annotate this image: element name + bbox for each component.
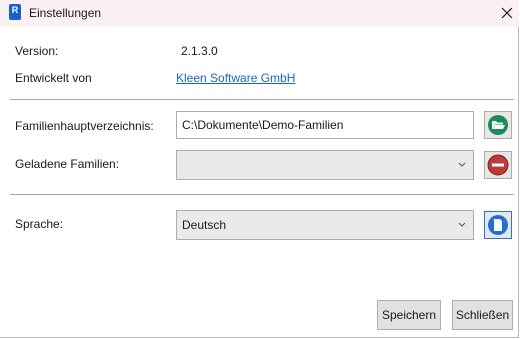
language-file-button[interactable]	[484, 211, 512, 239]
developer-label: Entwickelt von	[15, 71, 92, 85]
developer-link[interactable]: Kleen Software GmbH	[176, 71, 295, 85]
language-value: Deutsch	[182, 218, 227, 232]
title-bar: R Einstellungen	[0, 0, 519, 27]
separator-top	[10, 99, 514, 100]
folder-open-icon	[488, 115, 508, 135]
settings-window: R Einstellungen Version: 2.1.3.0 Entwick…	[0, 0, 519, 338]
revit-app-icon: R	[9, 4, 21, 20]
family-dir-label: Familienhauptverzeichnis:	[15, 119, 154, 133]
chevron-down-icon	[458, 222, 466, 227]
loaded-families-label: Geladene Familien:	[15, 157, 120, 171]
chevron-down-icon	[458, 162, 466, 167]
separator-middle	[10, 194, 514, 195]
version-label: Version:	[15, 44, 59, 58]
family-dir-input[interactable]: C:\Dokumente\Demo-Familien	[176, 111, 474, 139]
loaded-families-dropdown[interactable]	[176, 150, 474, 180]
window-title: Einstellungen	[29, 6, 102, 20]
close-icon	[501, 7, 513, 19]
close-button[interactable]: Schließen	[452, 300, 513, 330]
browse-folder-button[interactable]	[484, 111, 512, 139]
remove-family-button[interactable]	[484, 151, 512, 179]
language-label: Sprache:	[15, 217, 64, 231]
document-icon	[488, 215, 508, 235]
version-value: 2.1.3.0	[181, 44, 218, 58]
save-button[interactable]: Speichern	[377, 300, 441, 330]
close-window-button[interactable]	[497, 3, 517, 23]
remove-icon	[487, 154, 509, 176]
language-dropdown[interactable]: Deutsch	[176, 210, 474, 240]
